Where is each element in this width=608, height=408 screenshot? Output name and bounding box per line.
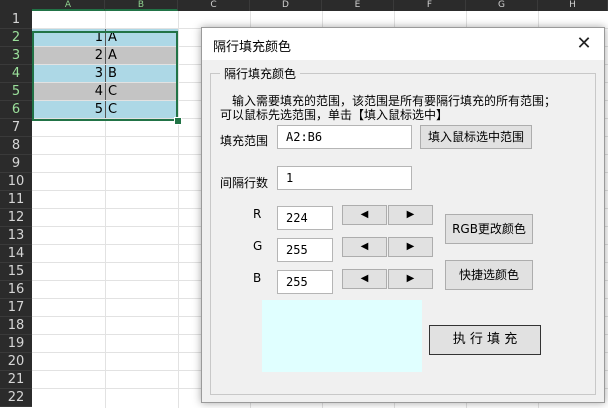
row-header-10[interactable]: 10 <box>0 173 32 191</box>
row-header-19[interactable]: 19 <box>0 335 32 353</box>
quick-color-button[interactable]: 快捷选颜色 <box>445 260 533 290</box>
close-icon[interactable]: ✕ <box>570 31 598 57</box>
row-header-3[interactable]: 3 <box>0 47 32 65</box>
g-value-input[interactable]: 255 <box>277 238 333 262</box>
dialog-title: 隔行填充颜色 <box>213 40 292 55</box>
b-value-input[interactable]: 255 <box>277 270 333 294</box>
dialog-title-bar[interactable]: 隔行填充颜色 ✕ <box>202 28 604 60</box>
row-header-15[interactable]: 15 <box>0 263 32 281</box>
row-header-6[interactable]: 6 <box>0 101 32 119</box>
row-header-2[interactable]: 2 <box>0 29 32 47</box>
row-header-9[interactable]: 9 <box>0 155 32 173</box>
g-increase-button[interactable]: ▶ <box>388 237 433 257</box>
row-header-20[interactable]: 20 <box>0 353 32 371</box>
fill-color-dialog: 隔行填充颜色 ✕ 隔行填充颜色 输入需要填充的范围，该范围是所有要隔行填充的所有… <box>201 27 605 403</box>
fill-selection-button[interactable]: 填入鼠标选中范围 <box>420 125 532 149</box>
column-header-c[interactable]: C <box>178 0 250 11</box>
selection-border <box>32 31 178 121</box>
r-value-input[interactable]: 224 <box>277 206 333 230</box>
r-label: R <box>253 207 262 221</box>
b-label: B <box>253 271 262 285</box>
row-header-12[interactable]: 12 <box>0 209 32 227</box>
row-header-14[interactable]: 14 <box>0 245 32 263</box>
interval-input[interactable]: 1 <box>277 166 412 190</box>
row-header-22[interactable]: 22 <box>0 389 32 407</box>
r-decrease-button[interactable]: ◀ <box>342 205 387 225</box>
column-header-b[interactable]: B <box>105 0 178 11</box>
b-decrease-button[interactable]: ◀ <box>342 269 387 289</box>
interval-label: 间隔行数 <box>220 176 269 190</box>
description-line-2: 可以鼠标先选范围，单击【填入鼠标选中】 <box>220 108 449 122</box>
column-header-f[interactable]: F <box>394 0 466 11</box>
g-label: G <box>253 239 263 253</box>
row-header-13[interactable]: 13 <box>0 227 32 245</box>
g-decrease-button[interactable]: ◀ <box>342 237 387 257</box>
column-header-e[interactable]: E <box>322 0 394 11</box>
execute-fill-button[interactable]: 执 行 填 充 <box>429 325 541 355</box>
row-header-11[interactable]: 11 <box>0 191 32 209</box>
range-label: 填充范围 <box>220 134 269 148</box>
row-header-16[interactable]: 16 <box>0 281 32 299</box>
select-all-corner[interactable] <box>0 0 32 11</box>
row-header-18[interactable]: 18 <box>0 317 32 335</box>
column-header-h[interactable]: H <box>538 0 608 11</box>
r-increase-button[interactable]: ▶ <box>388 205 433 225</box>
row-header-5[interactable]: 5 <box>0 83 32 101</box>
column-header-d[interactable]: D <box>250 0 322 11</box>
b-increase-button[interactable]: ▶ <box>388 269 433 289</box>
fill-handle[interactable] <box>174 117 182 125</box>
row-header-17[interactable]: 17 <box>0 299 32 317</box>
color-preview <box>262 300 422 372</box>
column-header-g[interactable]: G <box>466 0 538 11</box>
row-header-21[interactable]: 21 <box>0 371 32 389</box>
column-header-a[interactable]: A <box>32 0 105 11</box>
row-header-8[interactable]: 8 <box>0 137 32 155</box>
row-header-7[interactable]: 7 <box>0 119 32 137</box>
range-input[interactable]: A2:B6 <box>277 125 412 149</box>
group-title: 隔行填充颜色 <box>220 65 301 82</box>
row-header-4[interactable]: 4 <box>0 65 32 83</box>
row-header-1[interactable]: 1 <box>0 11 32 29</box>
rgb-change-color-button[interactable]: RGB更改颜色 <box>445 214 533 244</box>
